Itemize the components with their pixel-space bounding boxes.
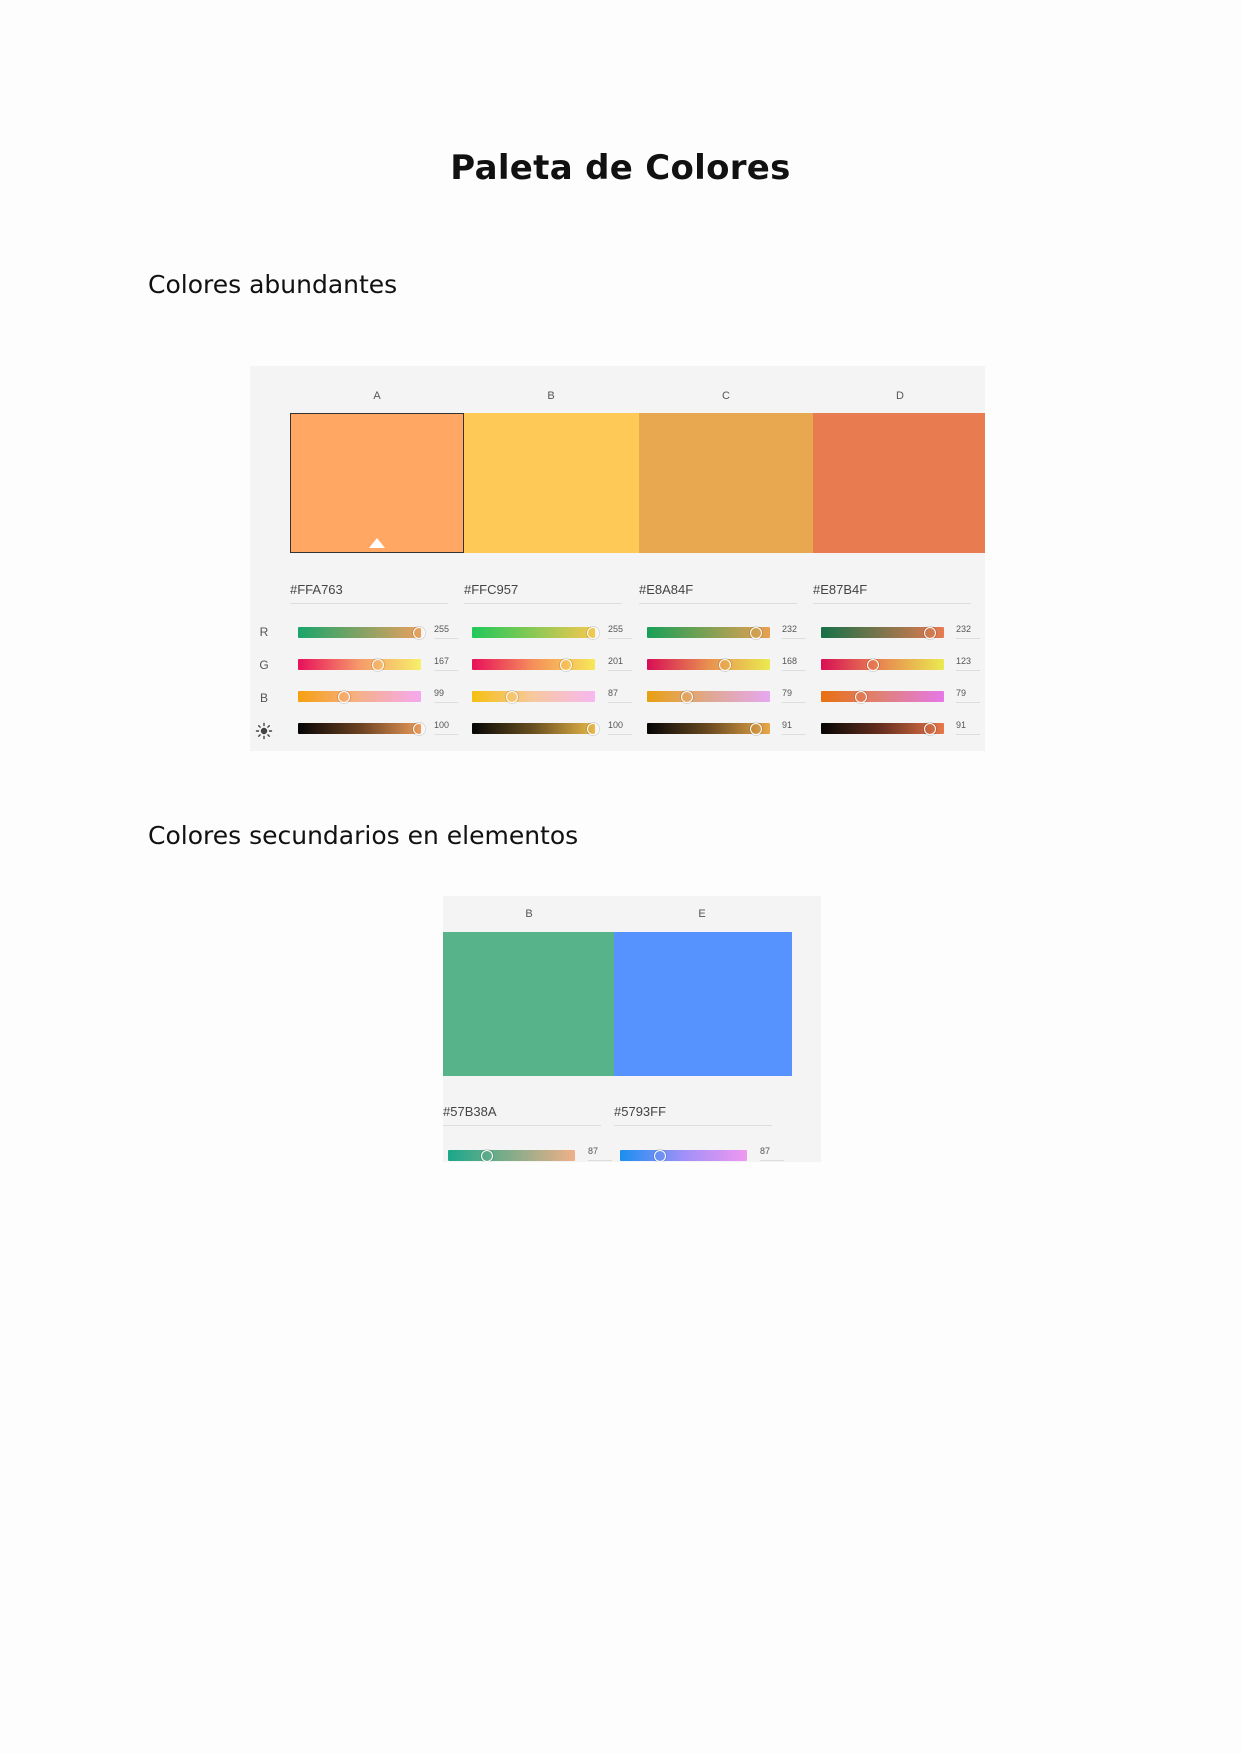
slider-knob-secondary-b[interactable] xyxy=(481,1150,493,1162)
channel-label-g: G xyxy=(259,658,269,672)
slider-secondary-e[interactable] xyxy=(620,1150,747,1161)
section-heading-secondary: Colores secundarios en elementos xyxy=(148,821,579,850)
value-c-brightness[interactable]: 91 xyxy=(782,720,806,735)
slider-knob-d-g[interactable] xyxy=(867,659,879,671)
swatch-label-secondary-e: E xyxy=(698,908,706,920)
value-a-b[interactable]: 99 xyxy=(434,688,458,703)
hex-field-secondary-e[interactable]: #5793FF xyxy=(614,1103,772,1126)
value-d-brightness[interactable]: 91 xyxy=(956,720,980,735)
hex-field-d[interactable]: #E87B4F xyxy=(813,581,971,604)
hex-field-c[interactable]: #E8A84F xyxy=(639,581,797,604)
slider-b-b[interactable] xyxy=(472,691,595,702)
slider-d-b[interactable] xyxy=(821,691,944,702)
slider-c-g[interactable] xyxy=(647,659,770,670)
value-d-b[interactable]: 79 xyxy=(956,688,980,703)
value-d-r[interactable]: 232 xyxy=(956,624,980,639)
slider-a-brightness[interactable] xyxy=(298,723,421,734)
slider-knob-b-b[interactable] xyxy=(506,691,518,703)
swatch-label-d: D xyxy=(896,390,904,402)
slider-b-g[interactable] xyxy=(472,659,595,670)
channel-label-b: B xyxy=(259,691,268,705)
value-a-r[interactable]: 255 xyxy=(434,624,458,639)
slider-b-r[interactable] xyxy=(472,627,595,638)
slider-knob-c-brightness[interactable] xyxy=(750,723,762,735)
hex-field-b[interactable]: #FFC957 xyxy=(464,581,622,604)
value-b-r[interactable]: 255 xyxy=(608,624,632,639)
slider-knob-a-brightness[interactable] xyxy=(413,723,425,735)
value-b-b[interactable]: 87 xyxy=(608,688,632,703)
hex-field-a[interactable]: #FFA763 xyxy=(290,581,448,604)
selected-marker-icon xyxy=(369,538,385,548)
slider-c-b[interactable] xyxy=(647,691,770,702)
main-palette-panel: A B C D #FFA763 #FFC957 #E8A84F #E87B4F … xyxy=(250,366,985,751)
value-b-brightness[interactable]: 100 xyxy=(608,720,632,735)
color-swatch-a[interactable] xyxy=(290,413,464,553)
slider-knob-d-b[interactable] xyxy=(855,691,867,703)
value-a-g[interactable]: 167 xyxy=(434,656,458,671)
sun-icon xyxy=(255,722,273,740)
slider-knob-b-r[interactable] xyxy=(587,627,599,639)
swatch-label-secondary-b: B xyxy=(525,908,533,920)
swatch-label-b: B xyxy=(547,390,555,402)
color-swatch-secondary-e[interactable] xyxy=(614,932,792,1076)
value-c-r[interactable]: 232 xyxy=(782,624,806,639)
slider-knob-c-r[interactable] xyxy=(750,627,762,639)
value-b-g[interactable]: 201 xyxy=(608,656,632,671)
hex-field-secondary-b[interactable]: #57B38A xyxy=(443,1103,601,1126)
value-secondary-e[interactable]: 87 xyxy=(760,1146,784,1161)
color-swatch-c[interactable] xyxy=(639,413,813,553)
slider-knob-secondary-e[interactable] xyxy=(654,1150,666,1162)
color-swatch-secondary-b[interactable] xyxy=(443,932,614,1076)
section-heading-main: Colores abundantes xyxy=(148,270,398,299)
slider-a-r[interactable] xyxy=(298,627,421,638)
swatch-label-a: A xyxy=(373,390,381,402)
slider-knob-b-brightness[interactable] xyxy=(587,723,599,735)
channel-label-r: R xyxy=(259,625,269,639)
value-secondary-b[interactable]: 87 xyxy=(588,1146,612,1161)
slider-b-brightness[interactable] xyxy=(472,723,595,734)
value-c-g[interactable]: 168 xyxy=(782,656,806,671)
slider-knob-c-b[interactable] xyxy=(681,691,693,703)
slider-a-b[interactable] xyxy=(298,691,421,702)
secondary-palette-panel: B E #57B38A #5793FF 87 87 xyxy=(443,896,821,1162)
slider-d-g[interactable] xyxy=(821,659,944,670)
color-swatch-d[interactable] xyxy=(813,413,985,553)
slider-a-g[interactable] xyxy=(298,659,421,670)
slider-knob-a-b[interactable] xyxy=(338,691,350,703)
slider-knob-a-r[interactable] xyxy=(413,627,425,639)
slider-knob-c-g[interactable] xyxy=(719,659,731,671)
swatch-label-c: C xyxy=(722,390,730,402)
slider-knob-d-brightness[interactable] xyxy=(924,723,936,735)
value-d-g[interactable]: 123 xyxy=(956,656,980,671)
slider-knob-b-g[interactable] xyxy=(560,659,572,671)
slider-secondary-b[interactable] xyxy=(448,1150,575,1161)
slider-knob-d-r[interactable] xyxy=(924,627,936,639)
slider-knob-a-g[interactable] xyxy=(372,659,384,671)
value-c-b[interactable]: 79 xyxy=(782,688,806,703)
page-title: Paleta de Colores xyxy=(450,148,791,188)
color-swatch-b[interactable] xyxy=(464,413,639,553)
value-a-brightness[interactable]: 100 xyxy=(434,720,458,735)
